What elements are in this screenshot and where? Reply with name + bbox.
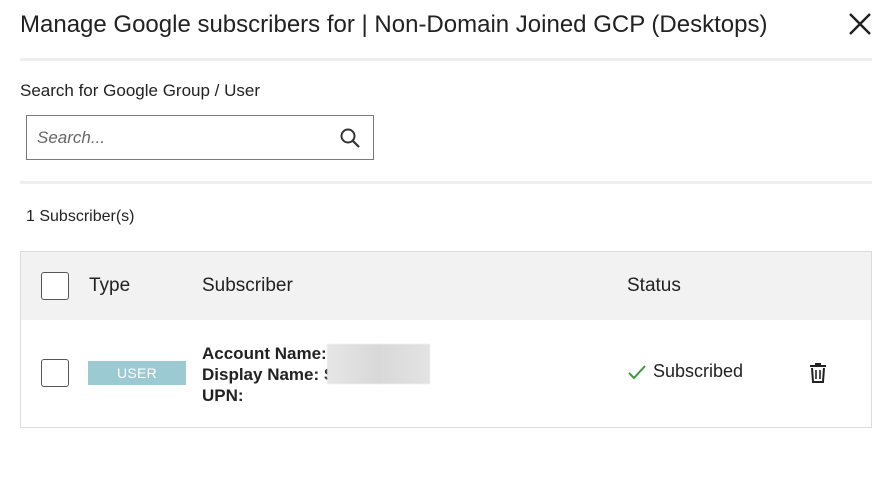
close-icon xyxy=(849,13,871,35)
row-checkbox[interactable] xyxy=(41,359,69,387)
subscriber-column-header: Subscriber xyxy=(202,275,293,296)
table-row: USER Account Name: Display Name: S UPN: … xyxy=(21,320,871,427)
checkmark-icon xyxy=(628,364,646,379)
dialog-title: Manage Google subscribers for | Non-Doma… xyxy=(20,11,768,38)
search-icon[interactable] xyxy=(339,127,361,149)
status-text: Subscribed xyxy=(653,361,744,381)
close-button[interactable] xyxy=(846,10,874,38)
search-input[interactable] xyxy=(37,116,327,159)
trash-icon xyxy=(810,363,826,383)
type-column-header: Type xyxy=(89,275,131,296)
account-name-label: Account Name: xyxy=(202,344,327,363)
subscriber-count: 1 Subscriber(s) xyxy=(26,208,135,225)
header-divider xyxy=(20,58,872,61)
search-box[interactable] xyxy=(26,115,374,160)
status-cell: Subscribed xyxy=(627,361,743,382)
subscriber-details: Account Name: Display Name: S UPN: xyxy=(202,343,335,406)
search-divider xyxy=(20,181,872,184)
type-badge: USER xyxy=(88,361,186,385)
subscribers-table: Type Subscriber Status USER Account Name… xyxy=(20,251,872,428)
upn-label: UPN: xyxy=(202,386,244,405)
table-header: Type Subscriber Status xyxy=(21,252,871,320)
select-all-checkbox[interactable] xyxy=(41,272,69,300)
status-column-header: Status xyxy=(627,275,681,296)
delete-button[interactable] xyxy=(808,362,828,384)
display-name-label: Display Name: S xyxy=(202,365,336,384)
redacted-block xyxy=(327,344,430,384)
search-label: Search for Google Group / User xyxy=(20,81,261,100)
